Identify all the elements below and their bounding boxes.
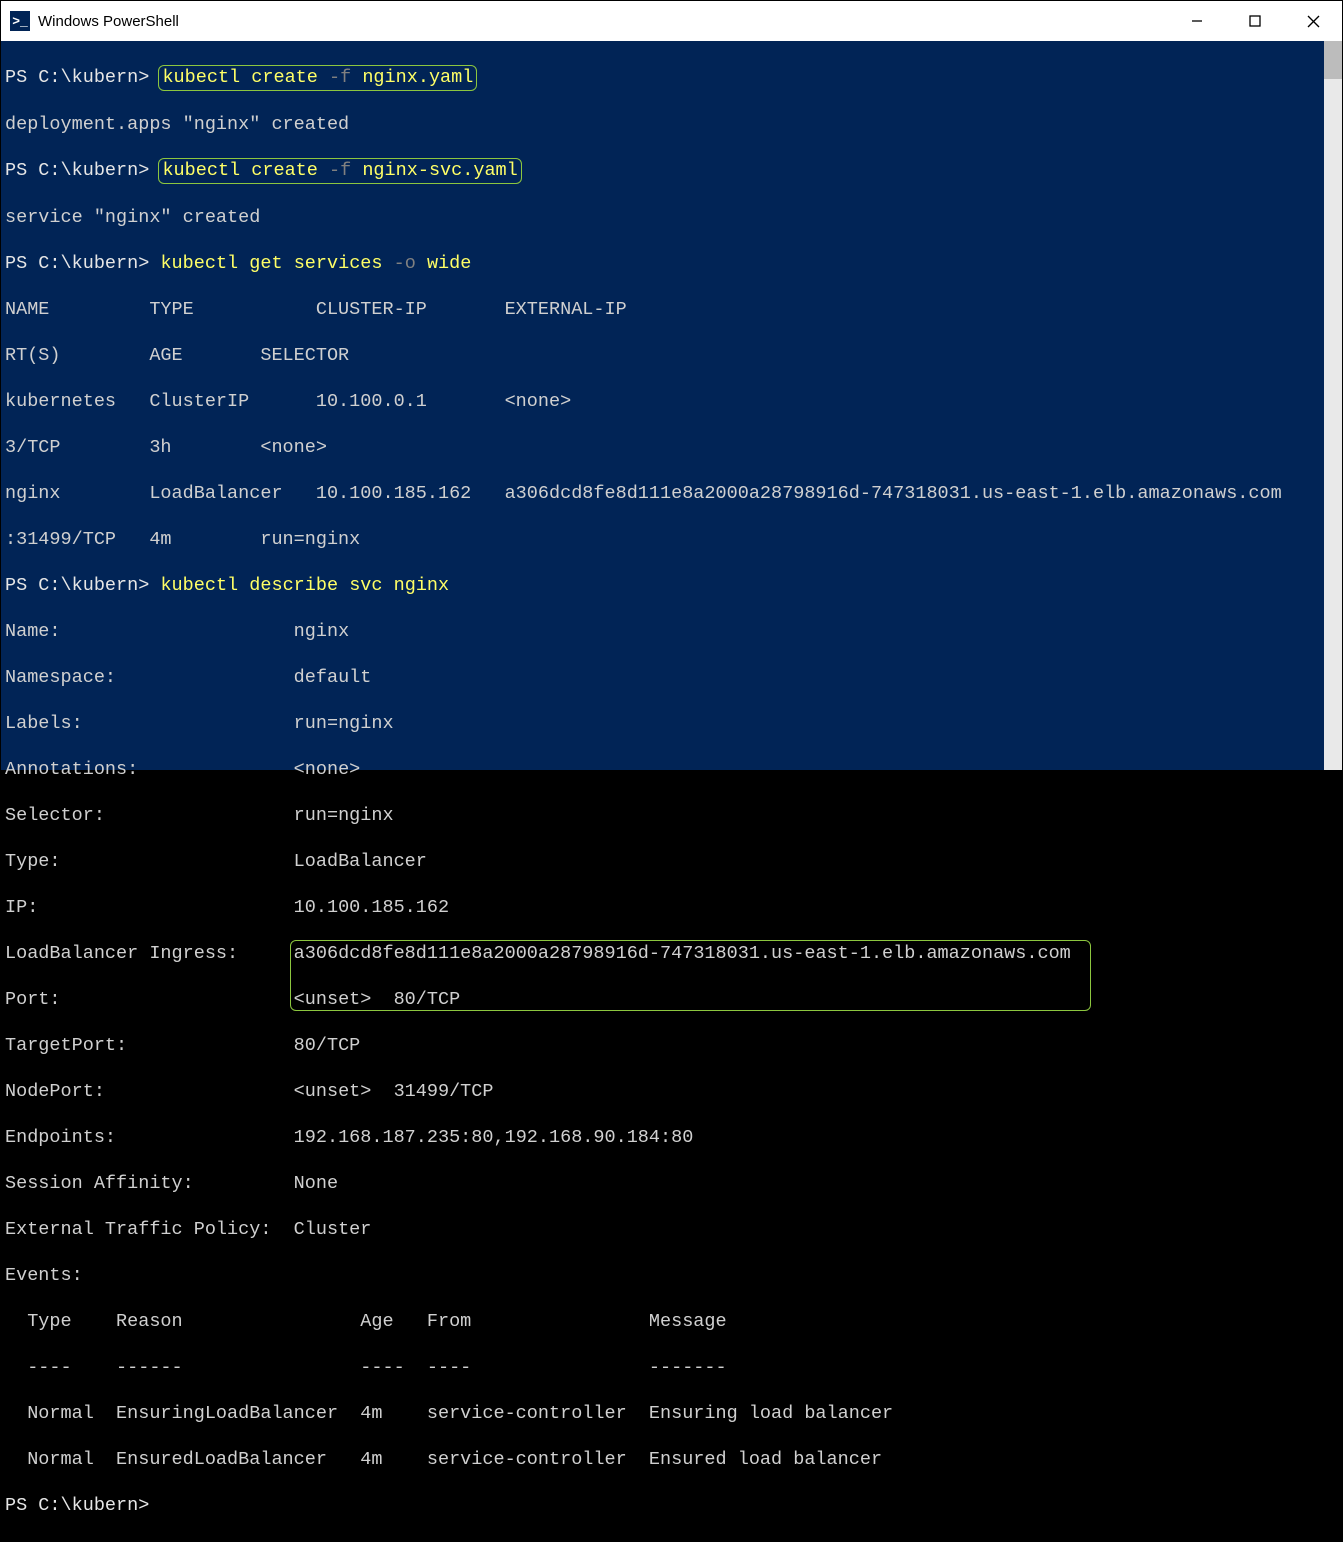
describe-row: Labels: run=nginx — [5, 712, 1320, 735]
describe-row: Port: <unset> 80/TCP — [5, 988, 1320, 1011]
output-line: deployment.apps "nginx" created — [5, 113, 1320, 136]
describe-row: Annotations: <none> — [5, 758, 1320, 781]
svc-row: nginx LoadBalancer 10.100.185.162 a306dc… — [5, 482, 1320, 505]
describe-row: NodePort: <unset> 31499/TCP — [5, 1080, 1320, 1103]
describe-row: Events: — [5, 1264, 1320, 1287]
scroll-thumb[interactable] — [1324, 41, 1342, 79]
vertical-scrollbar[interactable] — [1324, 41, 1342, 770]
minimize-button[interactable] — [1168, 1, 1226, 41]
events-row: Normal EnsuringLoadBalancer 4m service-c… — [5, 1402, 1320, 1425]
window-title: Windows PowerShell — [38, 13, 1168, 30]
prompt: PS C:\kubern> — [5, 575, 149, 596]
describe-row: Namespace: default — [5, 666, 1320, 689]
describe-row: Type: LoadBalancer — [5, 850, 1320, 873]
terminal-output[interactable]: PS C:\kubern> kubectl create -f nginx.ya… — [1, 41, 1324, 1542]
svc-row: 3/TCP 3h <none> — [5, 436, 1320, 459]
icon-glyph: >_ — [12, 14, 28, 29]
describe-row: External Traffic Policy: Cluster — [5, 1218, 1320, 1241]
describe-row: Endpoints: 192.168.187.235:80,192.168.90… — [5, 1126, 1320, 1149]
svc-row: kubernetes ClusterIP 10.100.0.1 <none> 4… — [5, 390, 1320, 413]
svc-header: RT(S) AGE SELECTOR — [5, 344, 1320, 367]
terminal-area[interactable]: PS C:\kubern> kubectl create -f nginx.ya… — [1, 41, 1342, 770]
events-sep: ---- ------ ---- ---- ------- — [5, 1356, 1320, 1379]
prompt: PS C:\kubern> — [5, 67, 149, 88]
svc-row: :31499/TCP 4m run=nginx — [5, 528, 1320, 551]
highlight-create-nginx: kubectl create -f nginx.yaml — [158, 65, 477, 91]
maximize-button[interactable] — [1226, 1, 1284, 41]
describe-row: LoadBalancer Ingress: a306dcd8fe8d111e8a… — [5, 942, 1320, 965]
describe-row: Selector: run=nginx — [5, 804, 1320, 827]
events-row: Normal EnsuredLoadBalancer 4m service-co… — [5, 1448, 1320, 1471]
window-controls — [1168, 1, 1342, 41]
powershell-icon: >_ — [10, 11, 30, 31]
output-line: service "nginx" created — [5, 206, 1320, 229]
describe-row: TargetPort: 80/TCP — [5, 1034, 1320, 1057]
close-button[interactable] — [1284, 1, 1342, 41]
prompt: PS C:\kubern> — [5, 1495, 149, 1516]
events-header: Type Reason Age From Message — [5, 1310, 1320, 1333]
highlight-create-svc: kubectl create -f nginx-svc.yaml — [158, 158, 521, 184]
prompt: PS C:\kubern> — [5, 253, 149, 274]
svc-header: NAME TYPE CLUSTER-IP EXTERNAL-IP PO — [5, 298, 1320, 321]
describe-row: Session Affinity: None — [5, 1172, 1320, 1195]
describe-row: IP: 10.100.185.162 — [5, 896, 1320, 919]
prompt: PS C:\kubern> — [5, 160, 149, 181]
window-titlebar: >_ Windows PowerShell — [1, 1, 1342, 41]
describe-row: Name: nginx — [5, 620, 1320, 643]
